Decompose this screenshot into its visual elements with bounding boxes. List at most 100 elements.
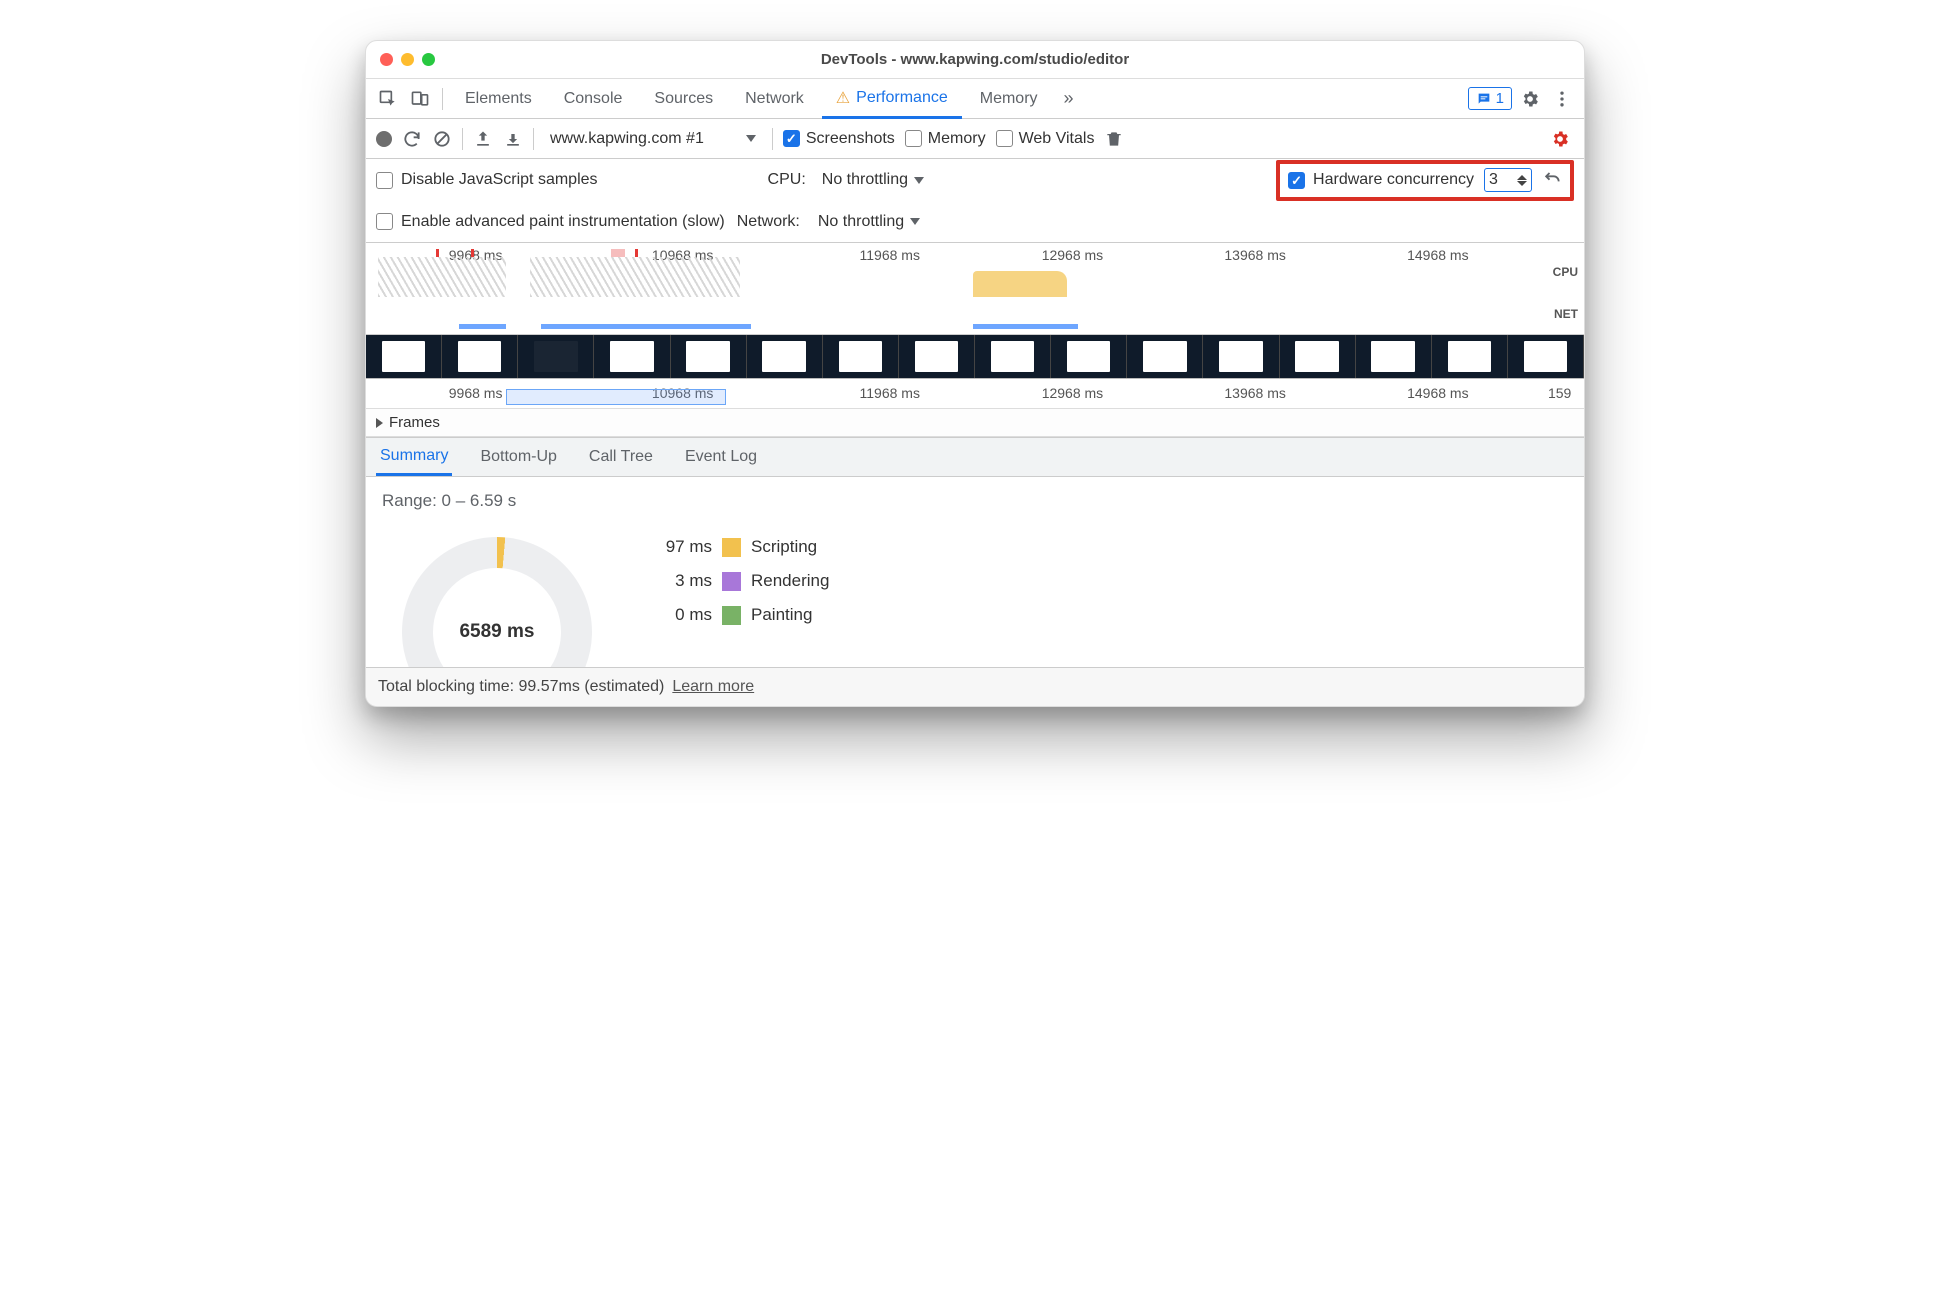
hardware-concurrency-group: Hardware concurrency 3 bbox=[1276, 160, 1574, 201]
legend-swatch bbox=[722, 606, 741, 625]
divider bbox=[533, 128, 534, 150]
window-title: DevTools - www.kapwing.com/studio/editor bbox=[366, 51, 1584, 68]
network-track-preview bbox=[506, 389, 726, 405]
filmstrip-frame[interactable] bbox=[1508, 335, 1584, 378]
options-row-1: Disable JavaScript samples CPU: No throt… bbox=[366, 159, 1584, 201]
traffic-lights bbox=[380, 53, 435, 66]
tab-console[interactable]: Console bbox=[550, 79, 637, 119]
checkbox-icon bbox=[1288, 172, 1305, 189]
long-task-marker bbox=[611, 249, 625, 257]
filmstrip-frame[interactable] bbox=[366, 335, 442, 378]
device-toolbar-icon[interactable] bbox=[406, 85, 434, 113]
hardware-concurrency-value: 3 bbox=[1489, 171, 1511, 189]
inspect-element-icon[interactable] bbox=[374, 85, 402, 113]
learn-more-link[interactable]: Learn more bbox=[672, 678, 754, 696]
number-stepper[interactable] bbox=[1517, 175, 1527, 186]
legend-label: Rendering bbox=[751, 571, 829, 591]
network-throttling-dropdown[interactable]: No throttling bbox=[812, 211, 926, 233]
checkbox-icon bbox=[905, 130, 922, 147]
screenshots-label: Screenshots bbox=[806, 130, 895, 148]
performance-toolbar: www.kapwing.com #1 Screenshots Memory We… bbox=[366, 119, 1584, 159]
close-window-button[interactable] bbox=[380, 53, 393, 66]
tab-event-log[interactable]: Event Log bbox=[681, 440, 761, 474]
tab-elements[interactable]: Elements bbox=[451, 79, 546, 119]
devtools-window: DevTools - www.kapwing.com/studio/editor… bbox=[365, 40, 1585, 707]
tab-summary[interactable]: Summary bbox=[376, 439, 452, 476]
filmstrip-frame[interactable] bbox=[1051, 335, 1127, 378]
issues-badge[interactable]: 1 bbox=[1468, 87, 1512, 110]
enable-paint-checkbox[interactable]: Enable advanced paint instrumentation (s… bbox=[376, 213, 725, 231]
reload-button[interactable] bbox=[402, 129, 422, 149]
time-tick: 159 bbox=[1548, 385, 1571, 401]
frames-section-label: Frames bbox=[389, 414, 440, 431]
flamechart-ruler[interactable]: 9968 ms 10968 ms 11968 ms 12968 ms 13968… bbox=[366, 379, 1584, 409]
tab-network[interactable]: Network bbox=[731, 79, 818, 119]
time-tick: 12968 ms bbox=[1042, 385, 1103, 401]
filmstrip-frame[interactable] bbox=[1280, 335, 1356, 378]
tab-call-tree[interactable]: Call Tree bbox=[585, 440, 657, 474]
overview-time-ruler: 9968 ms 10968 ms 11968 ms 12968 ms 13968… bbox=[366, 243, 1584, 247]
net-overview-track bbox=[366, 324, 1534, 332]
load-profile-icon[interactable] bbox=[473, 129, 493, 149]
long-task-marker bbox=[471, 249, 474, 257]
page-select-value: www.kapwing.com #1 bbox=[550, 130, 704, 148]
chat-icon bbox=[1476, 91, 1492, 107]
net-track-label: NET bbox=[1553, 307, 1578, 321]
legend-swatch bbox=[722, 572, 741, 591]
memory-checkbox[interactable]: Memory bbox=[905, 130, 986, 148]
filmstrip-frame[interactable] bbox=[975, 335, 1051, 378]
filmstrip-frame[interactable] bbox=[747, 335, 823, 378]
timeline-overview[interactable]: 9968 ms 10968 ms 11968 ms 12968 ms 13968… bbox=[366, 243, 1584, 335]
trash-icon[interactable] bbox=[1104, 129, 1124, 149]
frames-section-header[interactable]: Frames bbox=[366, 409, 1584, 437]
legend-label: Scripting bbox=[751, 537, 817, 557]
divider bbox=[442, 88, 443, 110]
hardware-concurrency-checkbox[interactable]: Hardware concurrency bbox=[1288, 171, 1474, 189]
reset-concurrency-button[interactable] bbox=[1542, 168, 1562, 193]
screenshots-checkbox[interactable]: Screenshots bbox=[783, 130, 895, 148]
options-row-2: Enable advanced paint instrumentation (s… bbox=[366, 201, 1584, 243]
more-tabs-button[interactable]: » bbox=[1056, 88, 1082, 109]
record-button[interactable] bbox=[376, 131, 392, 147]
settings-icon[interactable] bbox=[1516, 85, 1544, 113]
filmstrip-frame[interactable] bbox=[594, 335, 670, 378]
filmstrip-frame[interactable] bbox=[1127, 335, 1203, 378]
tab-performance-label: Performance bbox=[856, 89, 948, 107]
summary-range: Range: 0 – 6.59 s bbox=[382, 491, 1568, 511]
hardware-concurrency-input[interactable]: 3 bbox=[1484, 168, 1532, 192]
tab-bottom-up[interactable]: Bottom-Up bbox=[476, 440, 560, 474]
filmstrip-frame[interactable] bbox=[899, 335, 975, 378]
web-vitals-checkbox[interactable]: Web Vitals bbox=[996, 130, 1095, 148]
disable-js-checkbox[interactable]: Disable JavaScript samples bbox=[376, 171, 598, 189]
filmstrip-frame[interactable] bbox=[518, 335, 594, 378]
time-tick: 11968 ms bbox=[860, 385, 920, 401]
filmstrip-frame[interactable] bbox=[823, 335, 899, 378]
save-profile-icon[interactable] bbox=[503, 129, 523, 149]
kebab-menu-icon[interactable] bbox=[1548, 85, 1576, 113]
tab-sources[interactable]: Sources bbox=[640, 79, 727, 119]
memory-label: Memory bbox=[928, 130, 986, 148]
stepper-up-icon bbox=[1517, 175, 1527, 180]
summary-footer: Total blocking time: 99.57ms (estimated)… bbox=[366, 667, 1584, 706]
page-select-dropdown[interactable]: www.kapwing.com #1 bbox=[544, 128, 762, 150]
summary-panel: Range: 0 – 6.59 s 6589 ms 97 ms Scriptin… bbox=[366, 477, 1584, 667]
filmstrip-frame[interactable] bbox=[442, 335, 518, 378]
chevron-down-icon bbox=[910, 218, 920, 225]
screenshots-filmstrip[interactable] bbox=[366, 335, 1584, 379]
filmstrip-frame[interactable] bbox=[1203, 335, 1279, 378]
checkbox-icon bbox=[783, 130, 800, 147]
checkbox-icon bbox=[996, 130, 1013, 147]
clear-button[interactable] bbox=[432, 129, 452, 149]
filmstrip-frame[interactable] bbox=[1432, 335, 1508, 378]
cpu-throttling-dropdown[interactable]: No throttling bbox=[816, 169, 930, 191]
filmstrip-frame[interactable] bbox=[1356, 335, 1432, 378]
tab-memory[interactable]: Memory bbox=[966, 79, 1052, 119]
capture-settings-icon[interactable] bbox=[1546, 125, 1574, 153]
tab-performance[interactable]: ⚠ Performance bbox=[822, 79, 962, 119]
summary-legend: 97 ms Scripting 3 ms Rendering 0 ms Pain… bbox=[640, 537, 829, 625]
cpu-track-label: CPU bbox=[1553, 265, 1578, 279]
maximize-window-button[interactable] bbox=[422, 53, 435, 66]
filmstrip-frame[interactable] bbox=[671, 335, 747, 378]
minimize-window-button[interactable] bbox=[401, 53, 414, 66]
checkbox-icon bbox=[376, 213, 393, 230]
